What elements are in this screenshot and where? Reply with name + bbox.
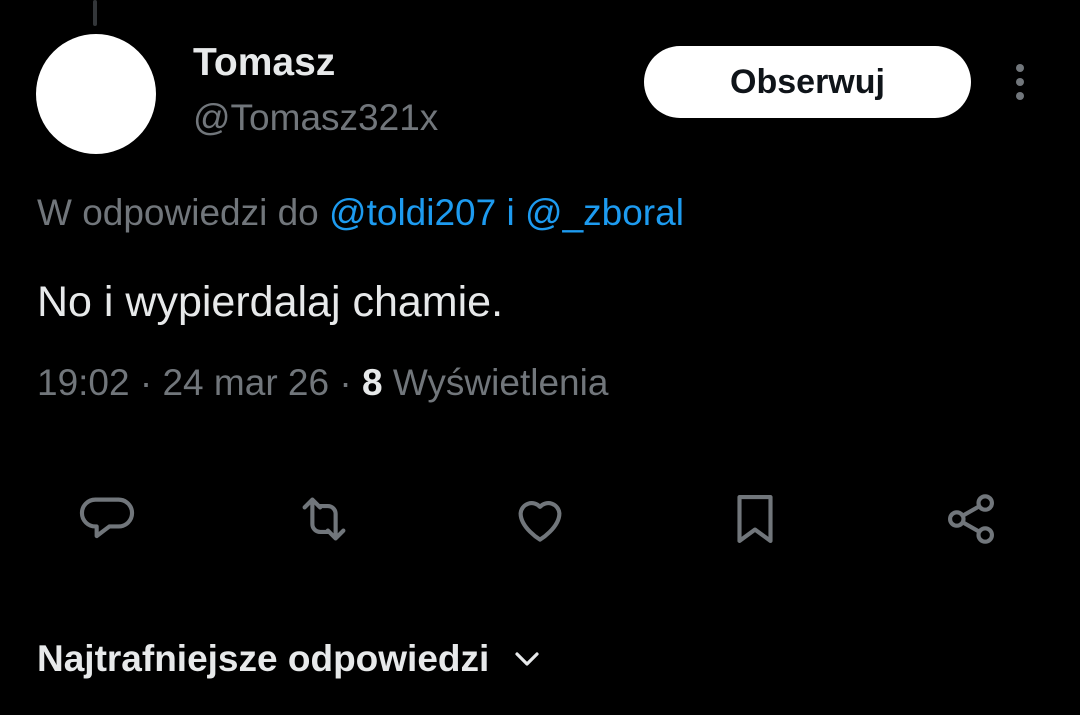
tweet-text: No i wypierdalaj chamie. — [37, 278, 504, 326]
retweet-button[interactable] — [289, 484, 359, 554]
avatar[interactable] — [36, 34, 156, 154]
tweet-metadata: 19:02 · 24 mar 26 · 8 Wyświetlenia — [37, 360, 608, 406]
tweet-date[interactable]: 24 mar 26 — [162, 362, 329, 403]
share-icon — [948, 494, 994, 544]
author-display-name[interactable]: Tomasz — [193, 40, 335, 86]
more-options-icon[interactable] — [1002, 62, 1038, 102]
tweet-time[interactable]: 19:02 — [37, 362, 130, 403]
views-label: Wyświetlenia — [392, 362, 609, 403]
views-count: 8 — [361, 362, 383, 403]
retweet-icon — [302, 497, 346, 541]
meta-separator: · — [139, 362, 153, 403]
mention-link-zboral[interactable]: @_zboral — [525, 192, 684, 233]
replying-to-label: W odpowiedzi do — [37, 192, 319, 233]
mention-link-toldi207[interactable]: @toldi207 — [329, 192, 496, 233]
like-icon — [518, 501, 562, 542]
author-handle[interactable]: @Tomasz321x — [193, 96, 438, 140]
reply-button[interactable] — [72, 484, 142, 554]
tweet-actions-bar — [0, 484, 1080, 554]
chevron-down-icon — [511, 643, 543, 675]
like-button[interactable] — [505, 484, 575, 554]
thread-connector-line — [93, 0, 97, 26]
mention-joiner: i — [506, 192, 515, 233]
bookmark-button[interactable] — [720, 484, 790, 554]
replies-sort-label: Najtrafniejsze odpowiedzi — [37, 638, 490, 679]
replying-to: W odpowiedzi do @toldi207 i @_zboral — [37, 190, 684, 236]
follow-button[interactable]: Obserwuj — [644, 46, 971, 118]
bookmark-icon — [737, 494, 773, 544]
replies-sort-dropdown[interactable]: Najtrafniejsze odpowiedzi — [37, 636, 543, 682]
meta-separator: · — [339, 362, 352, 403]
reply-icon — [79, 497, 135, 539]
share-button[interactable] — [936, 484, 1006, 554]
